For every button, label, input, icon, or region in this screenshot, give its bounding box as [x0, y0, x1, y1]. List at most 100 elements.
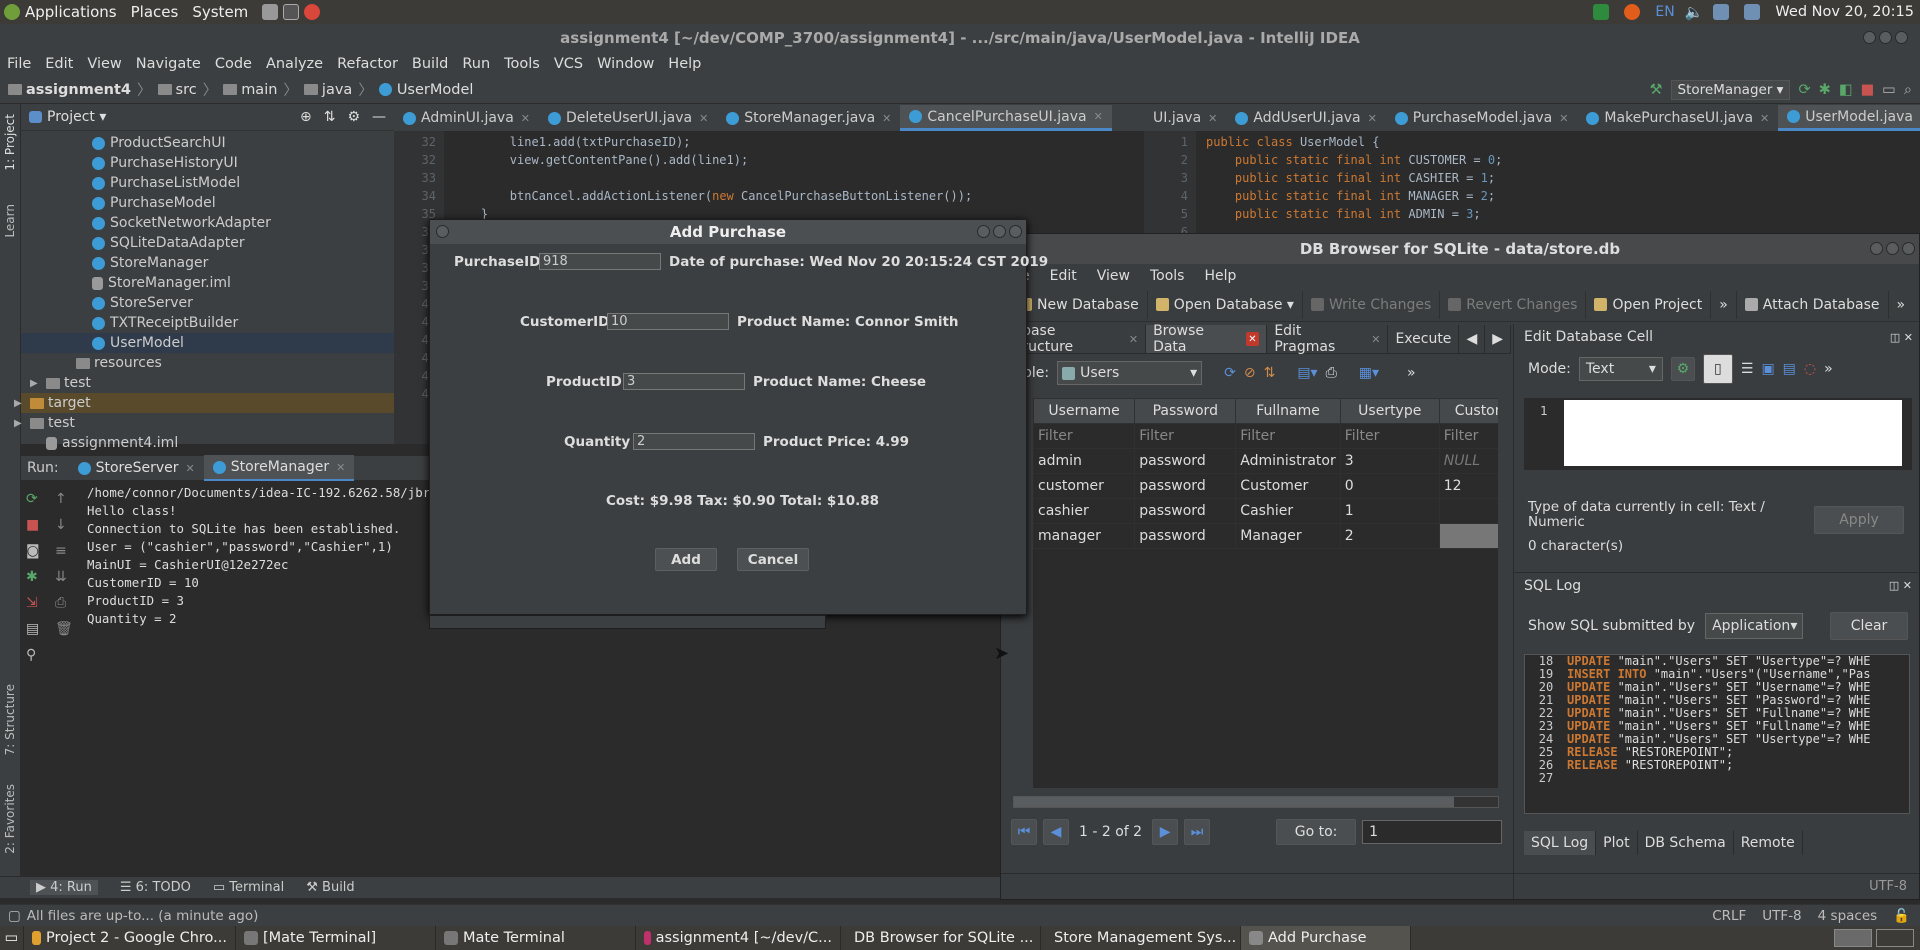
close-icon[interactable]: ✕	[185, 462, 194, 475]
taskbar-item[interactable]: Add Purchase	[1241, 926, 1411, 950]
project-view-select[interactable]: Project ▾	[47, 109, 106, 125]
menu-code[interactable]: Code	[208, 56, 259, 72]
table-cell[interactable]: 0	[1339, 473, 1440, 499]
table-cell[interactable]: password	[1134, 473, 1237, 499]
close-button[interactable]	[1009, 225, 1022, 238]
expand-arrow-icon[interactable]: ▶	[14, 418, 30, 429]
close-icon[interactable]: ✕	[699, 112, 708, 125]
table-cell[interactable]: Cashier	[1235, 498, 1341, 524]
favorites-tool-tab[interactable]: 2: Favorites	[3, 784, 17, 854]
power-icon[interactable]	[1744, 4, 1761, 20]
soft-wrap-icon[interactable]: ≡	[55, 538, 75, 564]
tool-tab-terminal[interactable]: ▭ Terminal	[213, 880, 284, 895]
minimize-button[interactable]	[1870, 242, 1883, 255]
menu-edit[interactable]: Edit	[38, 56, 80, 72]
expand-arrow-icon[interactable]: ▶	[30, 378, 46, 389]
toolbar-overflow-2[interactable]: »	[1889, 291, 1914, 319]
search-icon[interactable]: ⌕	[1904, 82, 1912, 98]
menu-analyze[interactable]: Analyze	[259, 56, 330, 72]
overflow-icon[interactable]: »	[1824, 361, 1833, 377]
table-cell[interactable]: 1	[1339, 498, 1440, 524]
tree-item[interactable]: ▶ target	[14, 393, 394, 413]
files-launcher-icon[interactable]	[262, 4, 279, 20]
open-database-button[interactable]: Open Database ▾	[1148, 290, 1303, 319]
hide-icon[interactable]: —	[372, 109, 386, 125]
table-row[interactable]: manager password Manager 2	[1033, 523, 1498, 549]
close-icon[interactable]: ✕	[521, 112, 530, 125]
update-icon[interactable]	[1593, 4, 1610, 20]
db-menu-view[interactable]: View	[1087, 268, 1140, 284]
tab-db-schema[interactable]: DB Schema	[1638, 831, 1734, 855]
save-view-icon[interactable]: ▤▾	[1297, 365, 1317, 381]
tab-storemanager[interactable]: StoreManager.java ✕	[717, 105, 900, 131]
sql-source-select[interactable]: Application ▾	[1705, 613, 1804, 639]
tree-item[interactable]: assignment4.iml	[21, 433, 394, 453]
panel-float-icon[interactable]: ◫ ✕	[1889, 579, 1912, 592]
line-separator[interactable]: CRLF	[1712, 908, 1746, 924]
insert-record-icon[interactable]: ▦▾	[1359, 365, 1379, 381]
tree-item[interactable]: StoreServer	[21, 293, 394, 313]
close-icon[interactable]: ✕	[1559, 112, 1568, 125]
menu-build[interactable]: Build	[405, 56, 455, 72]
set-null-icon[interactable]: ◌	[1804, 361, 1816, 377]
refresh-icon[interactable]: ⟳	[1224, 365, 1236, 381]
quantity-field[interactable]: 2	[633, 433, 755, 450]
filter-input[interactable]: Filter	[1235, 423, 1341, 449]
tree-item[interactable]: UserModel	[21, 333, 394, 353]
learn-tool-tab[interactable]: Learn	[3, 204, 17, 238]
table-cell[interactable]	[1438, 498, 1498, 524]
tab-usermodel[interactable]: UserModel.java	[1778, 105, 1920, 131]
close-icon[interactable]: ✕	[1129, 333, 1138, 346]
tree-item[interactable]: StoreManager	[21, 253, 394, 273]
menu-tools[interactable]: Tools	[497, 56, 547, 72]
table-cell[interactable]: cashier	[1033, 498, 1136, 524]
menu-vcs[interactable]: VCS	[547, 56, 590, 72]
filter-input[interactable]: Filter	[1134, 423, 1237, 449]
go-to-button[interactable]: Go to:	[1276, 819, 1357, 845]
maximize-button[interactable]	[993, 225, 1006, 238]
clock[interactable]: Wed Nov 20, 20:15	[1775, 4, 1914, 20]
system-menu[interactable]: System	[192, 3, 262, 21]
layout-icon[interactable]: ▭	[1882, 82, 1896, 98]
indent-icon[interactable]: ☰	[1741, 361, 1754, 377]
maximize-button[interactable]	[1879, 31, 1892, 44]
go-to-input[interactable]: 1	[1362, 820, 1503, 844]
run-config-select[interactable]: StoreManager ▾	[1670, 79, 1791, 100]
tree-item[interactable]: SocketNetworkAdapter	[21, 213, 394, 233]
lock-icon[interactable]: 🔓	[1893, 908, 1910, 924]
tab-remote[interactable]: Remote	[1734, 831, 1803, 855]
run-tab-storeserver[interactable]: StoreServer ✕	[69, 455, 204, 481]
revert-changes-button[interactable]: Revert Changes	[1440, 290, 1587, 319]
collapse-icon[interactable]: ⇅	[324, 109, 336, 125]
rerun-icon[interactable]: ⟳	[1798, 82, 1810, 98]
close-button[interactable]	[1895, 31, 1908, 44]
menu-file[interactable]: File	[0, 56, 38, 72]
menu-help[interactable]: Help	[661, 56, 708, 72]
tab-purchasemodel[interactable]: PurchaseModel.java ✕	[1386, 105, 1578, 131]
filter-input[interactable]: Filter	[1438, 423, 1498, 449]
sort-icon[interactable]: ⇅	[1264, 365, 1276, 381]
column-header[interactable]: Usertype	[1339, 398, 1440, 424]
auto-format-icon[interactable]: ⚙	[1670, 357, 1695, 381]
table-row[interactable]: admin password Administrator 3 NULL	[1033, 448, 1498, 474]
tab-execute[interactable]: Execute	[1388, 325, 1460, 353]
table-cell[interactable]: NULL	[1438, 448, 1498, 474]
close-icon[interactable]: ✕	[336, 461, 345, 474]
table-cell[interactable]: password	[1134, 498, 1237, 524]
tab-scroll-left[interactable]: ◀	[1459, 325, 1486, 353]
scroll-end-icon[interactable]: ⇊	[55, 564, 75, 590]
last-page-button[interactable]: ⏭	[1184, 819, 1211, 845]
structure-tool-tab[interactable]: 7: Structure	[3, 684, 17, 755]
panel-float-icon[interactable]: ◫ ✕	[1890, 331, 1913, 344]
sql-log-text[interactable]: 18 UPDATE "main"."Users" SET "Usertype"=?…	[1524, 654, 1910, 814]
toolbar-overflow[interactable]: »	[1711, 290, 1737, 319]
menu-window[interactable]: Window	[590, 56, 661, 72]
minimize-button[interactable]	[1863, 31, 1876, 44]
tab-browse-data[interactable]: Browse Data ✕	[1146, 323, 1268, 355]
tree-item[interactable]: TXTReceiptBuilder	[21, 313, 394, 333]
product-id-field[interactable]: 3	[623, 373, 745, 390]
overflow-icon[interactable]: »	[1407, 365, 1416, 381]
project-tool-tab[interactable]: 1: Project	[3, 114, 17, 171]
write-changes-button[interactable]: Write Changes	[1303, 290, 1441, 319]
close-button[interactable]	[1902, 242, 1915, 255]
